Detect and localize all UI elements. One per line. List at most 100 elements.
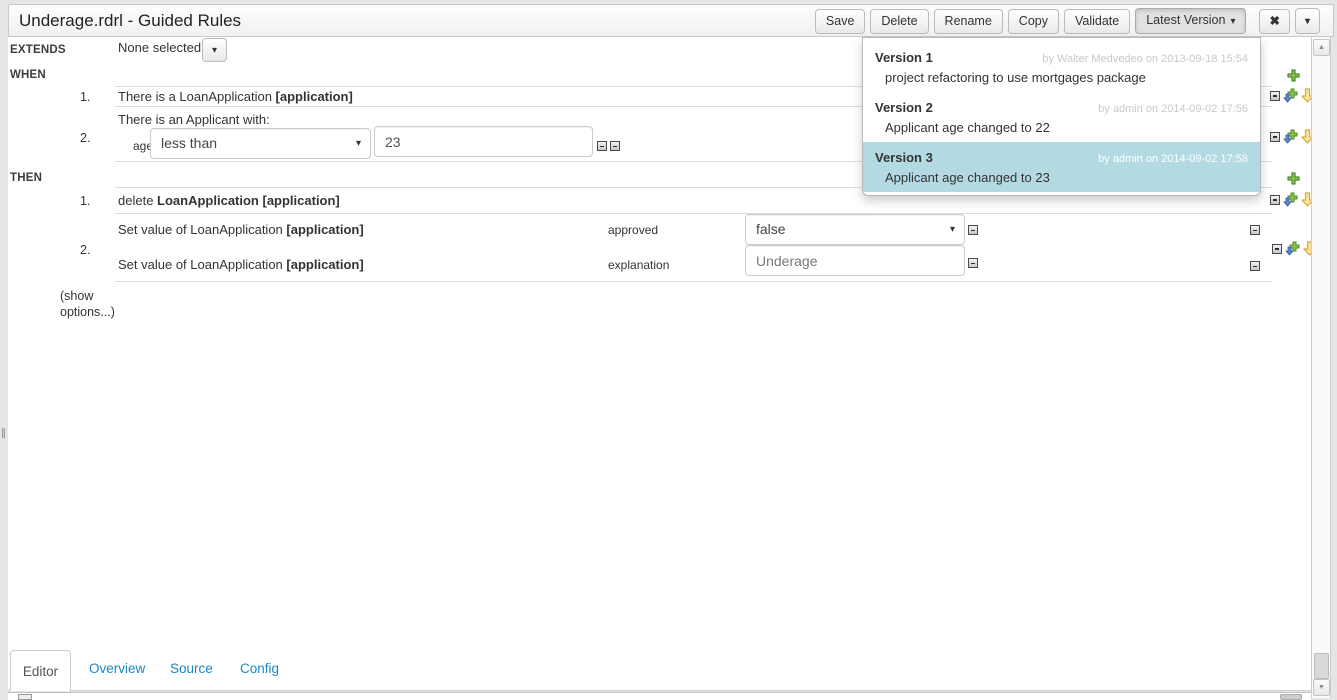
vertical-scrollbar[interactable]: ▲ ▼: [1311, 37, 1331, 698]
action-text-plain: delete: [118, 193, 157, 208]
remove-field-button[interactable]: [1250, 225, 1260, 235]
version-item[interactable]: Version 2 by admin on 2014-09-02 17:56 A…: [863, 92, 1260, 142]
then-label: THEN: [10, 172, 42, 184]
row-number: 2.: [80, 243, 90, 257]
approved-select-value: false: [756, 221, 786, 237]
version-title: Version 3: [875, 150, 933, 165]
row-controls: [1270, 129, 1314, 144]
version-title: Version 2: [875, 100, 933, 115]
version-comment: Applicant age changed to 23: [885, 170, 1248, 186]
version-selector-label: Latest Version: [1146, 13, 1225, 27]
caret-down-icon: ▾: [950, 215, 955, 244]
version-comment: project refactoring to use mortgages pac…: [885, 70, 1248, 86]
operator-select[interactable]: less than ▾: [150, 128, 371, 159]
plus-down-icon: [1283, 129, 1298, 144]
binding-name: [application]: [286, 222, 363, 237]
extends-label: EXTENDS: [10, 44, 66, 56]
remove-field-button[interactable]: [968, 258, 978, 268]
insert-row-button[interactable]: [1285, 241, 1300, 256]
page-title: Underage.rdrl - Guided Rules: [19, 11, 241, 31]
remove-row-button[interactable]: [1270, 132, 1280, 142]
when-label: WHEN: [10, 69, 46, 81]
version-comment: Applicant age changed to 22: [885, 120, 1248, 136]
plus-icon: [1287, 69, 1300, 82]
insert-row-button[interactable]: [1283, 129, 1298, 144]
row-controls: [1272, 241, 1316, 256]
divider: [115, 281, 1272, 282]
row-controls: [1270, 88, 1314, 103]
plus-icon: [1287, 172, 1300, 185]
titlebar: Underage.rdrl - Guided Rules Save Delete…: [8, 4, 1334, 37]
plus-down-icon: [1283, 192, 1298, 207]
version-history-dropdown: Version 1 by Walter Medvedeo on 2013-09-…: [862, 37, 1261, 196]
remove-row-button[interactable]: [1270, 195, 1280, 205]
tab-config[interactable]: Config: [240, 661, 279, 676]
remove-field-button[interactable]: [1250, 261, 1260, 271]
window-menu-button[interactable]: ▾: [1295, 8, 1320, 34]
add-action-button[interactable]: [1287, 172, 1300, 185]
save-button[interactable]: Save: [815, 9, 866, 34]
remove-row-button[interactable]: [1270, 91, 1280, 101]
binding-name: [application]: [276, 89, 353, 104]
add-condition-button[interactable]: [1287, 69, 1300, 82]
caret-down-icon: ▾: [1305, 16, 1310, 27]
copy-button[interactable]: Copy: [1008, 9, 1059, 34]
rename-button[interactable]: Rename: [934, 9, 1003, 34]
row-controls: [1270, 192, 1314, 207]
explanation-input[interactable]: [745, 245, 965, 276]
field-label: explanation: [608, 258, 669, 272]
field-label: approved: [608, 223, 658, 237]
show-options-link[interactable]: (show options...): [60, 288, 118, 321]
tab-source[interactable]: Source: [170, 661, 213, 676]
remove-row-button[interactable]: [1272, 244, 1282, 254]
scroll-up-button[interactable]: ▲: [1313, 39, 1330, 56]
caret-down-icon: ▾: [1230, 16, 1235, 27]
insert-row-button[interactable]: [1283, 192, 1298, 207]
approved-select[interactable]: false ▾: [745, 214, 965, 245]
action-text[interactable]: delete LoanApplication [application]: [118, 193, 340, 208]
scrollbar-thumb[interactable]: [1314, 653, 1329, 679]
row-number: 1.: [80, 90, 90, 104]
plus-down-icon: [1283, 88, 1298, 103]
version-title: Version 1: [875, 50, 933, 65]
divider: [115, 213, 1272, 214]
version-selector-button[interactable]: Latest Version ▾: [1135, 8, 1246, 34]
condition-text[interactable]: There is a LoanApplication [application]: [118, 89, 353, 104]
insert-row-button[interactable]: [1283, 88, 1298, 103]
caret-down-icon: ▾: [356, 129, 361, 158]
plus-down-icon: [1285, 241, 1300, 256]
close-button[interactable]: ✖: [1259, 9, 1289, 34]
extends-value: None selected: [118, 40, 201, 55]
toolbar: Save Delete Rename Copy Validate Latest …: [815, 8, 1320, 34]
binding-name: LoanApplication [application]: [157, 193, 340, 208]
splitter-handle[interactable]: ∥: [1, 428, 6, 439]
version-item-selected[interactable]: Version 3 by admin on 2014-09-02 17:58 A…: [863, 142, 1260, 192]
scrollbar-thumb[interactable]: [1280, 694, 1302, 700]
extends-dropdown-button[interactable]: ▾: [202, 38, 227, 62]
action-text: Set value of LoanApplication [applicatio…: [118, 222, 364, 237]
remove-field-button[interactable]: [968, 225, 978, 235]
version-meta: by admin on 2014-09-02 17:56: [1098, 103, 1248, 115]
tab-overview[interactable]: Overview: [89, 661, 145, 676]
binding-name: [application]: [286, 257, 363, 272]
horizontal-scrollbar[interactable]: [8, 692, 1311, 700]
tabbar: Editor Overview Source Config: [8, 649, 1311, 691]
version-meta: by Walter Medvedeo on 2013-09-18 15:54: [1042, 53, 1248, 65]
caret-down-icon: ▾: [212, 45, 217, 56]
condition-text-plain: There is a LoanApplication: [118, 89, 276, 104]
remove-field-button[interactable]: [597, 141, 607, 151]
row-number: 1.: [80, 194, 90, 208]
scroll-left-button[interactable]: [18, 694, 32, 700]
pattern-intro: There is an Applicant with:: [118, 112, 270, 127]
action-text-plain: Set value of LoanApplication: [118, 222, 286, 237]
value-input[interactable]: [374, 126, 593, 157]
scroll-down-button[interactable]: ▼: [1313, 679, 1330, 696]
action-text-plain: Set value of LoanApplication: [118, 257, 286, 272]
remove-field-button[interactable]: [610, 141, 620, 151]
tab-editor[interactable]: Editor: [10, 650, 71, 691]
row-number: 2.: [80, 131, 90, 145]
operator-select-value: less than: [161, 135, 217, 151]
delete-button[interactable]: Delete: [870, 9, 928, 34]
version-item[interactable]: Version 1 by Walter Medvedeo on 2013-09-…: [863, 42, 1260, 92]
validate-button[interactable]: Validate: [1064, 9, 1130, 34]
